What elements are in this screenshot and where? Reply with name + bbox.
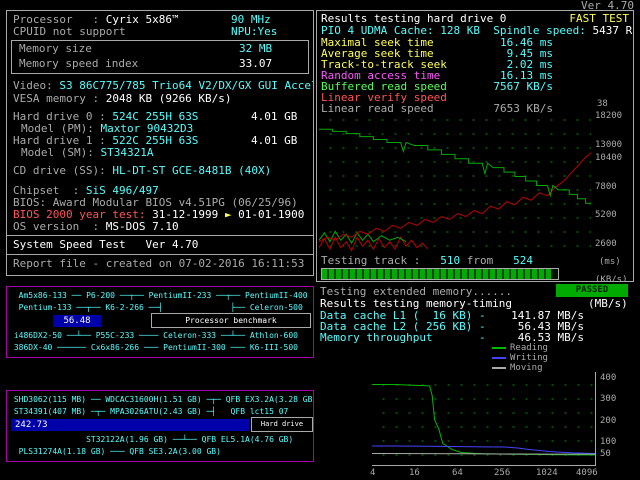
os-value: MS-DOS 7.10 xyxy=(99,220,178,233)
ms-unit-label: (ms) xyxy=(599,257,621,267)
mem-y-label: 300 xyxy=(600,394,616,404)
hdd-benchmark-panel: SHD3062(115 MB) ── WDCAC31600H(1.51 GB) … xyxy=(6,390,314,462)
mem-x-label: 16 xyxy=(409,468,420,478)
divider xyxy=(7,235,313,236)
passed-badge: PASSED xyxy=(556,284,628,297)
cpu-scale-row: Pentium-133 ──┬── K6-2-266 ──┤ ├── Celer… xyxy=(9,303,303,313)
cpuid-status: CPUID not support xyxy=(13,26,126,38)
hdd-scale-row: SHD3062(115 MB) ── WDCAC31600H(1.51 GB) … xyxy=(9,395,314,405)
memory-index-label: Memory speed index xyxy=(19,58,138,70)
hdd-benchmark-bar: 242.73 xyxy=(11,419,249,431)
track-progress-fill xyxy=(322,269,551,279)
cpu-benchmark-bar: 56.48 xyxy=(53,315,101,327)
memory-size-label: Memory size xyxy=(19,43,92,55)
reading-line xyxy=(372,385,595,455)
y-axis-label: 2600 xyxy=(595,239,617,249)
cpu-scale-row: Am5x86-133 ── P6-200 ──┬── PentiumII-233… xyxy=(9,291,308,301)
reading-legend-swatch xyxy=(492,347,506,349)
system-info-panel: Processor : Cyrix 5x86™ 90 MHz CPUID not… xyxy=(6,10,314,276)
system-speed-test-screen: Ver 4.70 Processor : Cyrix 5x86™ 90 MHz … xyxy=(0,0,640,480)
mem-x-label: 256 xyxy=(494,468,510,478)
hdd1-model-label: Model (SM): xyxy=(21,146,94,159)
memory-row-label: Memory throughput - xyxy=(320,332,486,344)
testing-track-label: Testing track : xyxy=(321,254,420,267)
y-axis-label: 38 xyxy=(597,99,608,109)
testing-track-from: from xyxy=(460,254,493,267)
app-title: System Speed Test Ver 4.70 xyxy=(13,239,198,251)
track-progress-bar xyxy=(321,268,559,280)
cd-label: CD drive (SS): xyxy=(13,164,106,177)
hdd-seek-read-chart xyxy=(319,107,591,255)
seek-noise-line xyxy=(319,237,428,250)
memory-size-value: 32 MB xyxy=(239,43,272,55)
hdd-chart-svg xyxy=(319,107,591,255)
moving-legend-swatch xyxy=(492,367,506,369)
y2k-arrow-icon: ► xyxy=(225,208,232,221)
os-label: OS version : xyxy=(13,220,99,233)
memory-speed-chart xyxy=(372,372,596,466)
mem-y-label: 100 xyxy=(600,437,616,447)
vesa-value: 2048 KB (9266 KB/s) xyxy=(99,92,231,105)
memory-unit-label: (MB/s) xyxy=(588,298,628,310)
cd-row: CD drive (SS): HL-DT-ST GCE-8481B (40X) xyxy=(13,165,271,177)
npu-status: NPU:Yes xyxy=(231,26,277,38)
vesa-row: VESA memory : 2048 KB (9266 KB/s) xyxy=(13,93,232,105)
read-noise-line xyxy=(319,231,406,243)
video-row: Video: S3 86C775/785 Trio64 V2/DX/GX GUI… xyxy=(13,80,314,92)
testing-track-total: 524 xyxy=(493,254,533,267)
hdd1-model-value: ST34321A xyxy=(94,146,154,159)
cpu-benchmark-title: Processor benchmark xyxy=(151,313,311,328)
hdd-benchmark-title: Hard drive speed xyxy=(251,417,313,432)
memory-chart-svg xyxy=(372,372,595,465)
divider xyxy=(7,254,313,255)
moving-line xyxy=(372,454,595,455)
mem-x-label: 4096 xyxy=(576,468,598,478)
y-axis-label: 10400 xyxy=(595,153,622,163)
video-label: Video: xyxy=(13,79,53,92)
y-axis-label: 18200 xyxy=(595,111,622,121)
spindle-value: 5437 RPM xyxy=(593,24,634,37)
cpu-scale-row: 386DX-40 ────── Cx6x86-266 ─── PentiumII… xyxy=(9,343,298,353)
testing-track-row: Testing track : 510 from 524 xyxy=(321,255,533,267)
testing-track-current: 510 xyxy=(420,254,460,267)
mem-y-label: 200 xyxy=(600,416,616,426)
mem-x-label: 4 xyxy=(370,468,375,478)
cpu-benchmark-panel: Am5x86-133 ── P6-200 ──┬── PentiumII-233… xyxy=(6,286,314,358)
kbs-unit-label: (KB/s) xyxy=(595,275,628,282)
hdd-test-panel: Results testing hard drive 0 FAST TEST P… xyxy=(316,10,634,282)
y-axis-label: 5200 xyxy=(595,210,617,220)
hdd1-model-row: Model (SM): ST34321A xyxy=(21,147,153,159)
hdd-scale-row: ST32122A(1.96 GB) ──┴── QFB EL5.1A(4.76 … xyxy=(9,435,293,445)
report-file-line: Report file - created on 07-02-2016 16:1… xyxy=(13,258,304,270)
writing-line xyxy=(372,446,595,454)
hdd0-size: 4.01 GB xyxy=(251,111,297,123)
cd-value: HL-DT-ST GCE-8481B (40X) xyxy=(106,164,272,177)
y-axis-label: 13000 xyxy=(595,140,622,150)
y-axis-label: 7800 xyxy=(595,182,617,192)
os-row: OS version : MS-DOS 7.10 xyxy=(13,221,179,233)
linear-read-line xyxy=(319,129,591,203)
y2k-date-to: 01-01-1900 xyxy=(232,208,305,221)
result-row-value: 7567 KB/s xyxy=(493,81,553,93)
reading-legend-label: Reading xyxy=(510,343,548,353)
writing-legend-swatch xyxy=(492,357,506,359)
mem-x-label: 64 xyxy=(452,468,463,478)
video-value: S3 86C775/785 Trio64 V2/DX/GX GUI Accel xyxy=(53,79,314,92)
hdd-scale-row: PLS31274A(1.18 GB) ─── QFB SE3.2A(3.00 G… xyxy=(9,447,221,457)
mem-y-label: 50 xyxy=(600,449,611,459)
hdd-scale-row: ST34391(407 MB) ─┬─ MPA3026ATU(2.43 GB) … xyxy=(9,407,288,417)
cpu-scale-row: i486DX2-50 ──┴── P55C-233 ──── Celeron-3… xyxy=(9,331,298,341)
mem-y-label: 400 xyxy=(600,373,616,383)
hdd1-size: 4.01 GB xyxy=(251,135,297,147)
mem-x-label: 1024 xyxy=(536,468,558,478)
vesa-label: VESA memory : xyxy=(13,92,99,105)
memory-index-value: 33.07 xyxy=(239,58,272,70)
writing-legend-label: Writing xyxy=(510,353,548,363)
